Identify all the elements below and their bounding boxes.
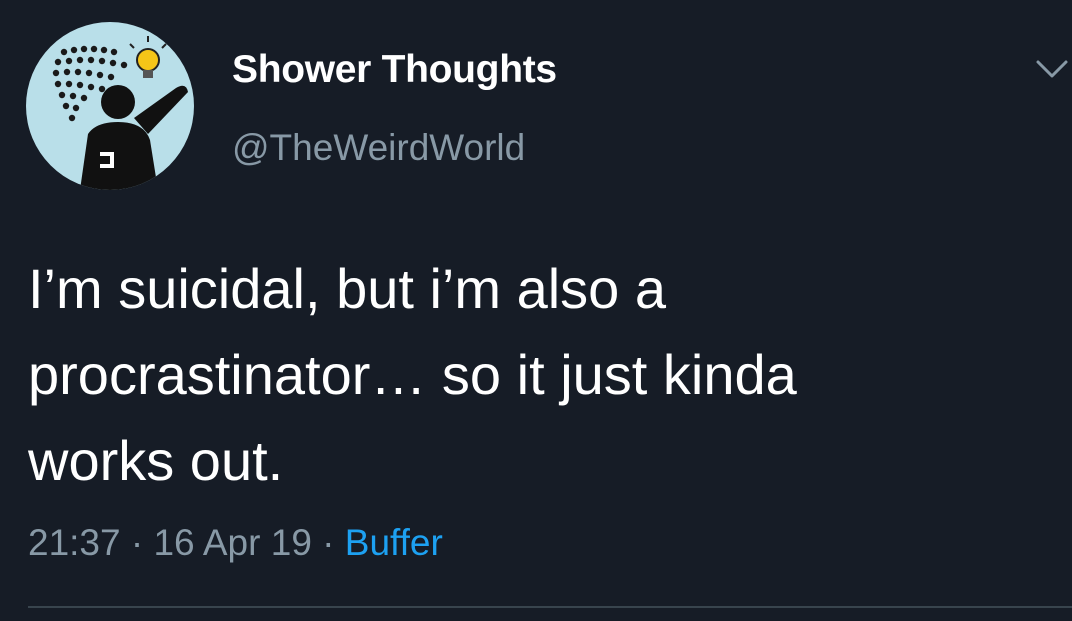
divider bbox=[28, 606, 1072, 608]
meta-separator: · bbox=[120, 522, 154, 563]
tweet-time[interactable]: 21:37 bbox=[28, 522, 121, 563]
tweet-text: I’m suicidal, but i’m also a procrastina… bbox=[28, 257, 797, 492]
shower-lightbulb-icon bbox=[52, 36, 188, 190]
tweet-meta: 21:37 · 16 Apr 19 · Buffer bbox=[28, 522, 443, 564]
meta-separator: · bbox=[311, 522, 345, 563]
avatar[interactable] bbox=[26, 22, 194, 190]
tweet-date[interactable]: 16 Apr 19 bbox=[153, 522, 311, 563]
tweet-source-link[interactable]: Buffer bbox=[345, 522, 443, 563]
chevron-down-icon[interactable] bbox=[1034, 54, 1070, 82]
tweet-card: Shower Thoughts @TheWeirdWorld I’m suici… bbox=[0, 0, 1072, 621]
user-handle[interactable]: @TheWeirdWorld bbox=[232, 127, 525, 169]
display-name[interactable]: Shower Thoughts bbox=[232, 48, 557, 92]
